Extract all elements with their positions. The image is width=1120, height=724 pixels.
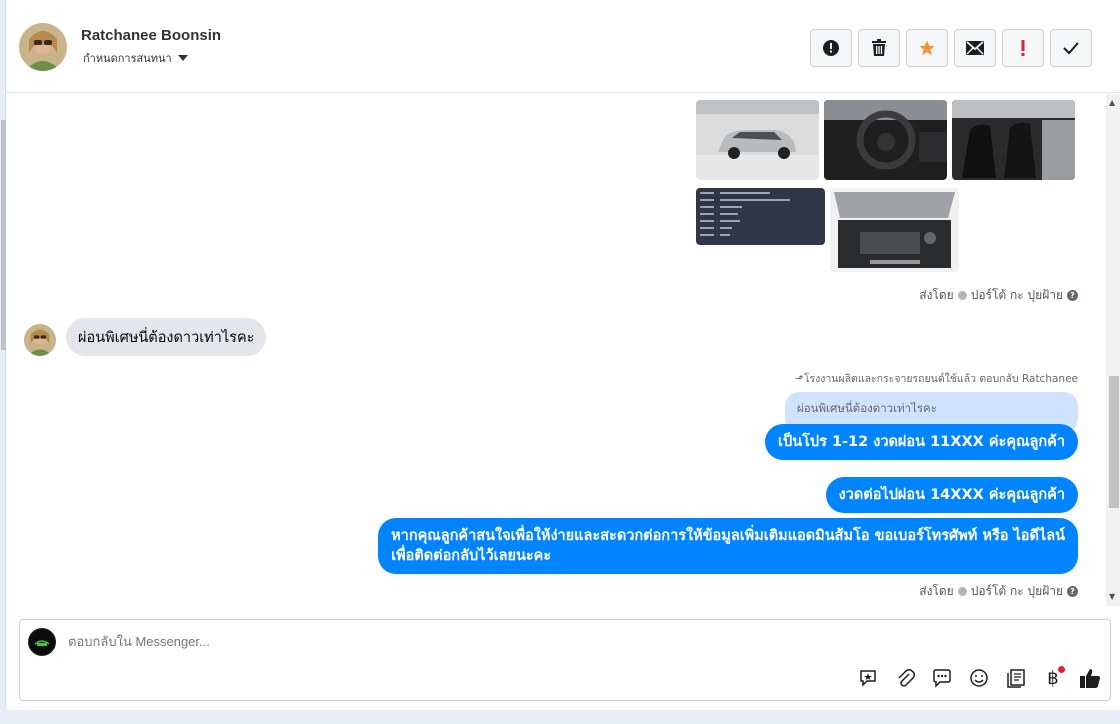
conversation-panel: Ratchanee Boonsin กำหนดการสนทนา ส่งโดย ป… xyxy=(1,0,1120,710)
car-spec-sheet-image[interactable] xyxy=(696,188,825,245)
car-steering-image[interactable] xyxy=(824,100,947,180)
help-icon[interactable]: ? xyxy=(1067,586,1078,597)
notes-button[interactable] xyxy=(1004,666,1028,690)
exclamation-icon xyxy=(1021,40,1025,56)
outgoing-message[interactable]: เป็นโปร 1-12 งวดผ่อน 11XXX ค่ะคุณลูกค้า xyxy=(765,424,1078,460)
alert-circle-icon xyxy=(823,40,839,56)
attach-button[interactable] xyxy=(893,666,917,690)
emoji-icon xyxy=(970,669,988,687)
car-exterior-image[interactable] xyxy=(696,100,819,180)
incoming-message[interactable]: ผ่อนพิเศษนี่ต้องดาวเท่าไรคะ xyxy=(66,318,267,356)
reply-arrow-icon: ⬏ xyxy=(795,373,804,385)
saved-reply-icon xyxy=(860,670,876,687)
thread-scrollbar[interactable]: ▲ ▼ xyxy=(1106,94,1120,606)
notification-dot xyxy=(1058,666,1065,673)
page-avatar xyxy=(28,628,56,656)
chat-button[interactable] xyxy=(930,666,954,690)
thumbs-up-icon xyxy=(1080,669,1100,688)
reply-composer: ฿ xyxy=(19,619,1111,701)
contact-avatar-small[interactable] xyxy=(24,324,56,356)
chat-bubble-icon xyxy=(933,669,951,688)
scroll-up-arrow[interactable]: ▲ xyxy=(1109,98,1115,107)
trash-icon xyxy=(872,39,886,56)
reply-input[interactable] xyxy=(68,634,668,649)
conversation-header: Ratchanee Boonsin กำหนดการสนทนา xyxy=(6,0,1120,93)
sent-by-text: ส่งโดย xyxy=(919,584,954,598)
delete-button[interactable] xyxy=(858,29,900,67)
mark-unread-button[interactable] xyxy=(954,29,996,67)
message-line: เพื่อติดต่อกลับไว้เลยนะคะ xyxy=(391,548,552,564)
outgoing-message[interactable]: หากคุณลูกค้าสนใจเพื่อให้ง่ายและสะดวกต่อก… xyxy=(378,518,1078,574)
star-icon xyxy=(919,40,935,56)
page-dot-icon xyxy=(957,587,967,596)
car-seats-image[interactable] xyxy=(952,100,1075,180)
sender-name: ปอร์โต้ กะ ปุยฝ้าย xyxy=(970,584,1063,598)
assign-label: กำหนดการสนทนา xyxy=(83,52,172,65)
message-line: หากคุณลูกค้าสนใจเพื่อให้ง่ายและสะดวกต่อก… xyxy=(391,528,1065,544)
mark-done-button[interactable] xyxy=(1050,29,1092,67)
assign-conversation-dropdown[interactable]: กำหนดการสนทนา xyxy=(83,49,188,67)
caret-down-icon xyxy=(177,55,188,61)
paperclip-icon xyxy=(898,668,915,687)
contact-name: Ratchanee Boonsin xyxy=(81,27,222,44)
page-dot-icon xyxy=(957,291,967,300)
reply-context: ⬏โรงงานผลิตและกระจายรถยนต์ใช้แล้ว ตอบกลั… xyxy=(795,370,1078,387)
message-thread: ส่งโดย ปอร์โต้ กะ ปุยฝ้าย ? ผ่อนพิเศษนี่… xyxy=(6,94,1106,606)
star-button[interactable] xyxy=(906,29,948,67)
sent-by-label: ส่งโดย ปอร์โต้ กะ ปุยฝ้าย ? xyxy=(919,582,1078,601)
mail-icon xyxy=(966,41,984,55)
reply-meta-text: โรงงานผลิตและกระจายรถยนต์ใช้แล้ว ตอบกลับ… xyxy=(803,373,1078,385)
checkmark-icon xyxy=(1063,42,1079,55)
engine-bay-image[interactable] xyxy=(830,188,959,272)
sent-by-text: ส่งโดย xyxy=(919,288,954,302)
scroll-thumb[interactable] xyxy=(1109,376,1119,508)
like-button[interactable] xyxy=(1078,666,1102,690)
scroll-down-arrow[interactable]: ▼ xyxy=(1109,592,1115,601)
composer-toolbar: ฿ xyxy=(856,666,1102,690)
sent-by-label: ส่งโดย ปอร์โต้ กะ ปุยฝ้าย ? xyxy=(919,286,1078,305)
follow-up-button[interactable] xyxy=(1002,29,1044,67)
help-icon[interactable]: ? xyxy=(1067,290,1078,301)
baht-icon: ฿ xyxy=(1047,667,1059,689)
emoji-button[interactable] xyxy=(967,666,991,690)
notes-icon xyxy=(1007,669,1025,688)
sender-name: ปอร์โต้ กะ ปุยฝ้าย xyxy=(970,288,1063,302)
spam-button[interactable] xyxy=(810,29,852,67)
outgoing-message[interactable]: งวดต่อไปผ่อน 14XXX ค่ะคุณลูกค้า xyxy=(825,477,1078,513)
saved-reply-button[interactable] xyxy=(856,666,880,690)
avatar[interactable] xyxy=(19,23,67,71)
header-actions xyxy=(810,29,1092,67)
payment-button[interactable]: ฿ xyxy=(1041,666,1065,690)
